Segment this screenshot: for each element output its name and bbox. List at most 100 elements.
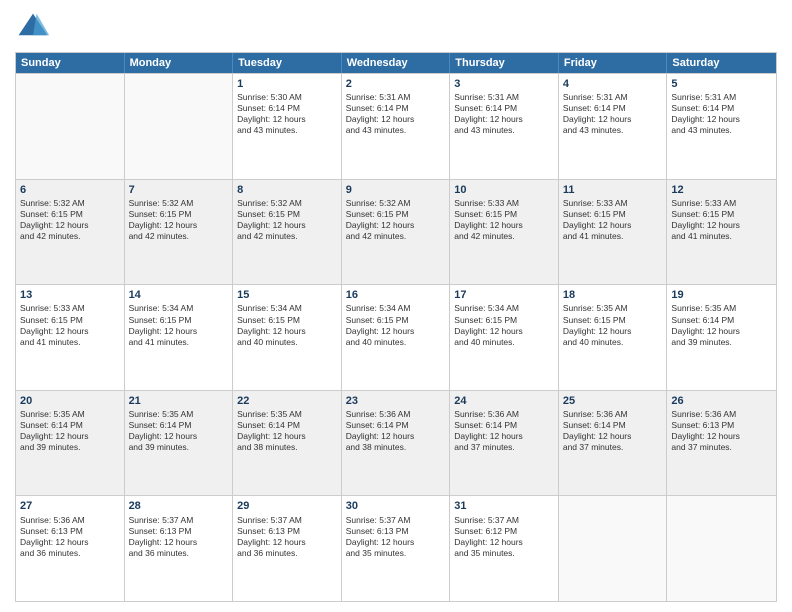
cell-info-line: Daylight: 12 hours	[346, 537, 446, 548]
cell-info-line: Sunrise: 5:34 AM	[346, 303, 446, 314]
cell-info-line: Sunset: 6:13 PM	[20, 526, 120, 537]
calendar-cell: 22Sunrise: 5:35 AMSunset: 6:14 PMDayligh…	[233, 391, 342, 496]
cell-info-line: and 40 minutes.	[563, 337, 663, 348]
cell-info-line: Sunrise: 5:37 AM	[237, 515, 337, 526]
cell-info-line: Sunset: 6:15 PM	[454, 315, 554, 326]
cell-info-line: Sunrise: 5:36 AM	[671, 409, 772, 420]
day-number: 18	[563, 288, 663, 302]
calendar-cell: 29Sunrise: 5:37 AMSunset: 6:13 PMDayligh…	[233, 496, 342, 601]
day-number: 13	[20, 288, 120, 302]
cell-info-line: and 40 minutes.	[237, 337, 337, 348]
cell-info-line: Daylight: 12 hours	[346, 220, 446, 231]
calendar-week-5: 27Sunrise: 5:36 AMSunset: 6:13 PMDayligh…	[16, 495, 776, 601]
cell-info-line: Sunset: 6:15 PM	[237, 209, 337, 220]
cell-info-line: Sunset: 6:14 PM	[454, 420, 554, 431]
calendar-cell	[667, 496, 776, 601]
cell-info-line: and 42 minutes.	[129, 231, 229, 242]
logo	[15, 10, 55, 46]
cell-info-line: and 40 minutes.	[346, 337, 446, 348]
cell-info-line: and 43 minutes.	[237, 125, 337, 136]
calendar-cell: 16Sunrise: 5:34 AMSunset: 6:15 PMDayligh…	[342, 285, 451, 390]
cell-info-line: Sunset: 6:14 PM	[346, 103, 446, 114]
calendar-week-3: 13Sunrise: 5:33 AMSunset: 6:15 PMDayligh…	[16, 284, 776, 390]
calendar-cell: 25Sunrise: 5:36 AMSunset: 6:14 PMDayligh…	[559, 391, 668, 496]
cell-info-line: Sunrise: 5:34 AM	[237, 303, 337, 314]
cell-info-line: Sunset: 6:13 PM	[129, 526, 229, 537]
cell-info-line: Daylight: 12 hours	[129, 537, 229, 548]
cell-info-line: Sunrise: 5:36 AM	[20, 515, 120, 526]
cell-info-line: Sunset: 6:14 PM	[237, 103, 337, 114]
day-number: 20	[20, 394, 120, 408]
cell-info-line: Daylight: 12 hours	[671, 431, 772, 442]
cell-info-line: and 42 minutes.	[454, 231, 554, 242]
calendar-body: 1Sunrise: 5:30 AMSunset: 6:14 PMDaylight…	[16, 73, 776, 601]
day-number: 28	[129, 499, 229, 513]
cell-info-line: Daylight: 12 hours	[129, 326, 229, 337]
cell-info-line: Daylight: 12 hours	[563, 431, 663, 442]
cell-info-line: Sunset: 6:14 PM	[237, 420, 337, 431]
cell-info-line: Daylight: 12 hours	[20, 431, 120, 442]
cell-info-line: Daylight: 12 hours	[20, 537, 120, 548]
cell-info-line: Daylight: 12 hours	[454, 326, 554, 337]
cell-info-line: Sunset: 6:14 PM	[563, 420, 663, 431]
cell-info-line: and 37 minutes.	[671, 442, 772, 453]
cell-info-line: Daylight: 12 hours	[454, 431, 554, 442]
day-number: 27	[20, 499, 120, 513]
day-number: 10	[454, 183, 554, 197]
cell-info-line: Sunrise: 5:35 AM	[563, 303, 663, 314]
day-number: 14	[129, 288, 229, 302]
cell-info-line: Daylight: 12 hours	[237, 431, 337, 442]
header-day-tuesday: Tuesday	[233, 53, 342, 73]
cell-info-line: Sunrise: 5:31 AM	[454, 92, 554, 103]
calendar-week-2: 6Sunrise: 5:32 AMSunset: 6:15 PMDaylight…	[16, 179, 776, 285]
calendar-cell: 11Sunrise: 5:33 AMSunset: 6:15 PMDayligh…	[559, 180, 668, 285]
calendar-cell: 6Sunrise: 5:32 AMSunset: 6:15 PMDaylight…	[16, 180, 125, 285]
calendar-cell: 20Sunrise: 5:35 AMSunset: 6:14 PMDayligh…	[16, 391, 125, 496]
calendar-cell: 4Sunrise: 5:31 AMSunset: 6:14 PMDaylight…	[559, 74, 668, 179]
calendar-week-4: 20Sunrise: 5:35 AMSunset: 6:14 PMDayligh…	[16, 390, 776, 496]
cell-info-line: Sunrise: 5:34 AM	[454, 303, 554, 314]
cell-info-line: Daylight: 12 hours	[129, 220, 229, 231]
cell-info-line: Daylight: 12 hours	[671, 326, 772, 337]
cell-info-line: Daylight: 12 hours	[20, 326, 120, 337]
cell-info-line: and 43 minutes.	[563, 125, 663, 136]
calendar-cell: 26Sunrise: 5:36 AMSunset: 6:13 PMDayligh…	[667, 391, 776, 496]
cell-info-line: and 36 minutes.	[20, 548, 120, 559]
cell-info-line: Sunrise: 5:37 AM	[454, 515, 554, 526]
cell-info-line: Daylight: 12 hours	[563, 220, 663, 231]
calendar-cell	[559, 496, 668, 601]
cell-info-line: Sunset: 6:14 PM	[129, 420, 229, 431]
cell-info-line: Sunset: 6:15 PM	[20, 315, 120, 326]
day-number: 17	[454, 288, 554, 302]
calendar-cell: 30Sunrise: 5:37 AMSunset: 6:13 PMDayligh…	[342, 496, 451, 601]
cell-info-line: Daylight: 12 hours	[237, 326, 337, 337]
cell-info-line: Sunset: 6:14 PM	[563, 103, 663, 114]
calendar-cell: 27 Sunrise: 5:36 AMSunset: 6:13 PMDayligh…	[16, 496, 125, 601]
cell-info-line: Sunrise: 5:35 AM	[237, 409, 337, 420]
day-number: 2	[346, 77, 446, 91]
day-number: 23	[346, 394, 446, 408]
cell-info-line: Daylight: 12 hours	[454, 537, 554, 548]
calendar-cell: 15Sunrise: 5:34 AMSunset: 6:15 PMDayligh…	[233, 285, 342, 390]
day-number: 12	[671, 183, 772, 197]
cell-info-line: Daylight: 12 hours	[454, 114, 554, 125]
cell-info-line: and 43 minutes.	[346, 125, 446, 136]
header-day-friday: Friday	[559, 53, 668, 73]
calendar-cell: 7Sunrise: 5:32 AMSunset: 6:15 PMDaylight…	[125, 180, 234, 285]
header	[15, 10, 777, 46]
day-number: 7	[129, 183, 229, 197]
cell-info-line: and 35 minutes.	[454, 548, 554, 559]
cell-info-line: Sunrise: 5:33 AM	[20, 303, 120, 314]
day-number: 22	[237, 394, 337, 408]
page: SundayMondayTuesdayWednesdayThursdayFrid…	[0, 0, 792, 612]
cell-info-line: Daylight: 12 hours	[346, 326, 446, 337]
cell-info-line: Sunset: 6:14 PM	[20, 420, 120, 431]
cell-info-line: and 38 minutes.	[346, 442, 446, 453]
cell-info-line: Daylight: 12 hours	[237, 537, 337, 548]
day-number: 9	[346, 183, 446, 197]
cell-info-line: and 42 minutes.	[237, 231, 337, 242]
calendar-cell: 12Sunrise: 5:33 AMSunset: 6:15 PMDayligh…	[667, 180, 776, 285]
header-day-saturday: Saturday	[667, 53, 776, 73]
cell-info-line: and 36 minutes.	[129, 548, 229, 559]
calendar-cell: 14Sunrise: 5:34 AMSunset: 6:15 PMDayligh…	[125, 285, 234, 390]
